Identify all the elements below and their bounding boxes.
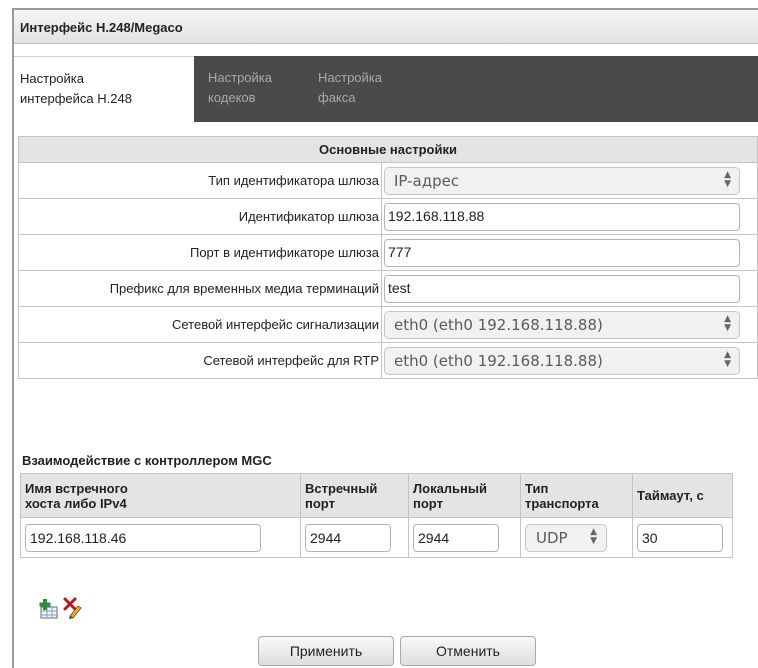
media-prefix-field[interactable]: test [384, 274, 740, 303]
col-remote-port-header: Встречный порт [300, 473, 409, 518]
delete-edit-icon[interactable] [62, 596, 84, 620]
col-transport-header: Тип транспорта [520, 473, 633, 518]
gateway-id-type-value: IP-адрес [394, 171, 460, 190]
col-local-port-header: Локальный порт [408, 473, 521, 518]
table-row: 192.168.118.46 2944 2944 UDP ▲ ▼ 30 [20, 517, 733, 558]
col-remote-line2: порт [305, 495, 335, 511]
settings-row: Порт в идентификаторе шлюза 777 [18, 234, 758, 271]
mgc-section-title: Взаимодействие с контроллером MGC [22, 453, 272, 468]
tab-label-line1: Настройка [20, 71, 84, 86]
signaling-iface-label: Сетевой интерфейс сигнализации [18, 306, 382, 343]
window-titlebar: Интерфейс H.248/Megaco [14, 10, 758, 44]
settings-row: Сетевой интерфейс для RTP eth0 (eth0 192… [18, 342, 758, 379]
select-spinner-icon: ▲ ▼ [724, 313, 731, 333]
select-spinner-icon: ▲ ▼ [724, 169, 731, 189]
col-transport-line2: транспорта [525, 495, 599, 511]
tab-label-line2: интерфейса H.248 [20, 91, 132, 106]
mgc-header-row: Имя встречного хоста либо IPv4 Встречный… [20, 473, 733, 518]
signaling-iface-select[interactable]: eth0 (eth0 192.168.118.88) ▲ ▼ [384, 310, 740, 339]
main-settings-table: Основные настройки Тип идентификатора шл… [18, 136, 758, 379]
mgc-transport-value: UDP [536, 528, 568, 547]
rtp-iface-label: Сетевой интерфейс для RTP [18, 342, 382, 379]
tab-h248-interface-settings[interactable]: Настройка интерфейса H.248 [14, 56, 194, 122]
signaling-iface-value: eth0 (eth0 192.168.118.88) [394, 315, 603, 334]
tab-label-line2: факса [318, 90, 356, 105]
tab-label-line1: Настройка [208, 70, 272, 85]
gateway-id-port-label: Порт в идентификаторе шлюза [18, 234, 382, 271]
gateway-id-label: Идентификатор шлюза [18, 198, 382, 235]
col-remote-line1: Встречный [305, 480, 378, 496]
rtp-iface-value: eth0 (eth0 192.168.118.88) [394, 351, 603, 370]
col-local-line1: Локальный [413, 480, 487, 496]
mgc-remote-port-field[interactable]: 2944 [305, 523, 391, 552]
settings-row: Префикс для временных медиа терминаций t… [18, 270, 758, 307]
col-timeout-header: Таймаут, с [632, 473, 733, 518]
window-title: Интерфейс H.248/Megaco [20, 20, 183, 35]
gateway-id-port-field[interactable]: 777 [384, 238, 740, 267]
cancel-button[interactable]: Отменить [400, 636, 536, 666]
mgc-host-field[interactable]: 192.168.118.46 [25, 523, 261, 552]
select-spinner-icon: ▲ ▼ [724, 349, 731, 369]
apply-button[interactable]: Применить [258, 636, 394, 666]
add-row-icon[interactable] [38, 598, 60, 620]
settings-row: Тип идентификатора шлюза IP-адрес ▲ ▼ [18, 162, 758, 199]
mgc-local-port-field[interactable]: 2944 [413, 523, 499, 552]
tab-fax-settings[interactable]: Настройка факса [312, 56, 412, 122]
settings-row: Идентификатор шлюза 192.168.118.88 [18, 198, 758, 235]
gateway-id-type-select[interactable]: IP-адрес ▲ ▼ [384, 166, 740, 195]
col-host-line1: Имя встречного [25, 480, 128, 496]
gateway-id-type-label: Тип идентификатора шлюза [18, 162, 382, 199]
tab-label-line1: Настройка [318, 70, 382, 85]
col-host-header: Имя встречного хоста либо IPv4 [20, 473, 301, 518]
tab-label-line2: кодеков [208, 90, 256, 105]
main-settings-header: Основные настройки [18, 136, 758, 163]
col-local-line2: порт [413, 495, 443, 511]
mgc-transport-select[interactable]: UDP ▲ ▼ [525, 523, 607, 552]
col-transport-line1: Тип [525, 480, 549, 496]
mgc-timeout-field[interactable]: 30 [637, 523, 723, 552]
tab-codec-settings[interactable]: Настройка кодеков [202, 56, 302, 122]
rtp-iface-select[interactable]: eth0 (eth0 192.168.118.88) ▲ ▼ [384, 346, 740, 375]
settings-row: Сетевой интерфейс сигнализации eth0 (eth… [18, 306, 758, 343]
select-spinner-icon: ▲ ▼ [590, 526, 597, 546]
gateway-id-field[interactable]: 192.168.118.88 [384, 202, 740, 231]
mgc-table: Имя встречного хоста либо IPv4 Встречный… [20, 473, 733, 558]
media-prefix-label: Префикс для временных медиа терминаций [18, 270, 382, 307]
tab-bar: Настройка интерфейса H.248 Настройка код… [14, 56, 758, 122]
col-host-line2: хоста либо IPv4 [25, 495, 127, 511]
